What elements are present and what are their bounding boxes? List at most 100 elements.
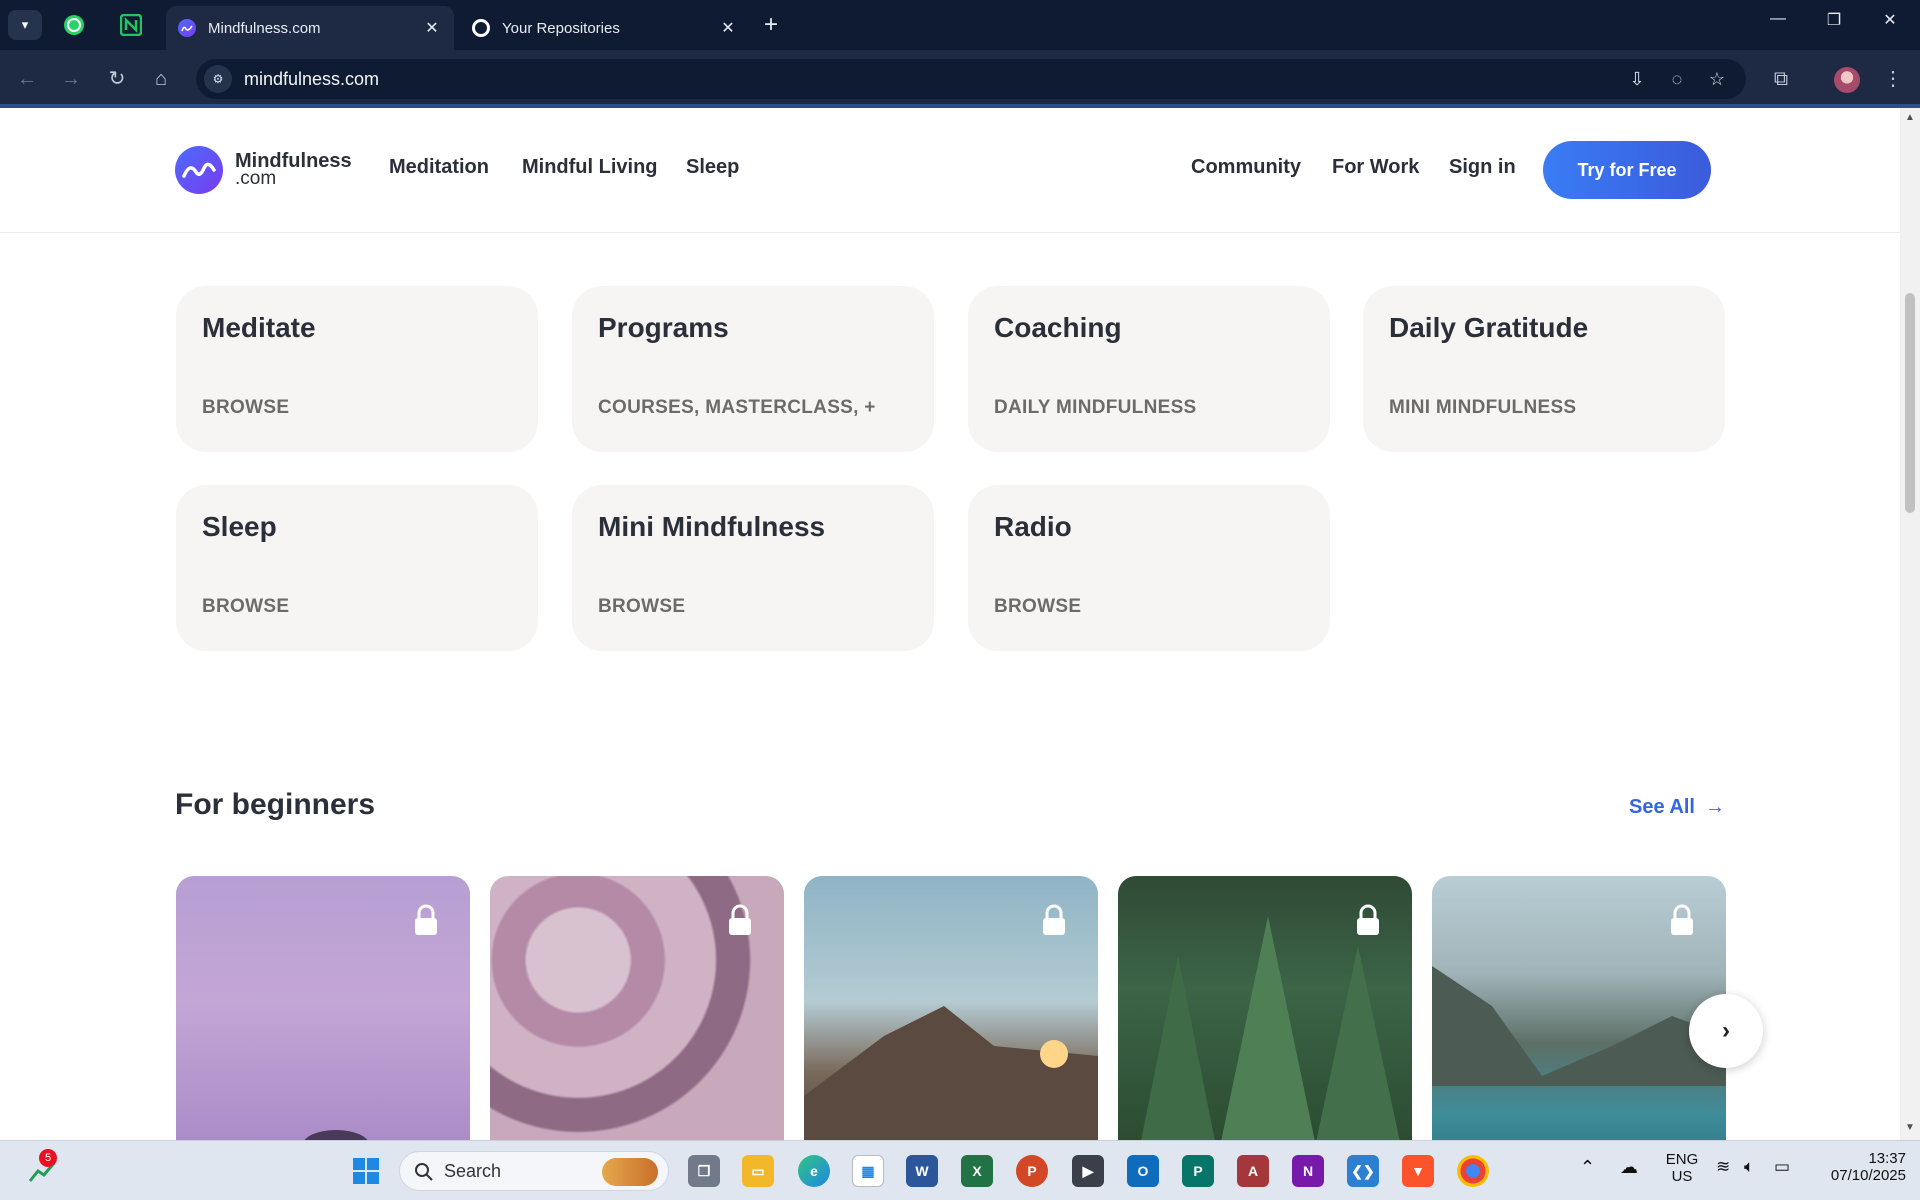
- arrow-right-icon: →: [1704, 796, 1725, 818]
- category-subtitle: BROWSE: [202, 397, 290, 418]
- tab-mindfulness[interactable]: Mindfulness.com ✕: [166, 6, 454, 50]
- scroll-down-arrow-icon[interactable]: ▼: [1904, 1122, 1916, 1134]
- access-icon[interactable]: A: [1237, 1155, 1269, 1187]
- nav-sleep[interactable]: Sleep: [686, 156, 739, 179]
- vscode-icon[interactable]: ❮❯: [1347, 1155, 1379, 1187]
- category-title: Daily Gratitude: [1389, 312, 1589, 343]
- scrollbar-thumb[interactable]: [1905, 293, 1915, 513]
- scroll-up-arrow-icon[interactable]: ▲: [1904, 112, 1916, 124]
- windows-start-icon[interactable]: [350, 1155, 382, 1187]
- back-arrow-icon[interactable]: ←: [12, 64, 42, 94]
- forward-arrow-icon[interactable]: →: [56, 64, 86, 94]
- whatsapp-pinned-tab[interactable]: [61, 12, 87, 38]
- extensions-puzzle-icon[interactable]: ⧉: [1766, 64, 1796, 94]
- close-tab-icon[interactable]: ✕: [718, 18, 738, 38]
- restore-button[interactable]: ❐: [1814, 10, 1854, 30]
- edge-browser-icon[interactable]: e: [798, 1155, 830, 1187]
- mountain-silhouette: [804, 1006, 1098, 1140]
- profile-avatar[interactable]: [1834, 67, 1860, 93]
- session-card-forest[interactable]: [1118, 876, 1412, 1140]
- mindfulness-favicon-icon: [178, 19, 196, 37]
- search-icon: [415, 1163, 433, 1181]
- notion-pinned-tab[interactable]: [118, 12, 144, 38]
- nav-mindful-living[interactable]: Mindful Living: [522, 156, 658, 179]
- category-card-coaching[interactable]: Coaching DAILY MINDFULNESS: [968, 286, 1330, 452]
- language-indicator[interactable]: ENG US: [1662, 1151, 1702, 1185]
- install-app-icon[interactable]: ⇩: [1622, 59, 1652, 99]
- category-subtitle: DAILY MINDFULNESS: [994, 397, 1197, 418]
- eye-off-icon[interactable]: ◌: [1662, 59, 1692, 99]
- category-card-radio[interactable]: Radio BROWSE: [968, 485, 1330, 651]
- outlook-icon[interactable]: O: [1127, 1155, 1159, 1187]
- sign-in-link[interactable]: Sign in: [1449, 156, 1516, 179]
- category-subtitle: MINI MINDFULNESS: [1389, 397, 1577, 418]
- category-card-sleep[interactable]: Sleep BROWSE: [176, 485, 538, 651]
- minimize-button[interactable]: —: [1758, 10, 1798, 28]
- session-card-lake[interactable]: [1432, 876, 1726, 1140]
- windows-taskbar: 5 Search ❐ ▭ e ▦ W X P ▶ O P A N ❮❯ ▼ ⌃ …: [0, 1140, 1920, 1200]
- page-scrollbar[interactable]: ▲ ▼: [1900, 108, 1920, 1140]
- new-tab-button[interactable]: +: [764, 12, 778, 38]
- tab-repositories[interactable]: Your Repositories ✕: [460, 6, 750, 50]
- file-explorer-icon[interactable]: ▭: [742, 1155, 774, 1187]
- lock-icon: [1043, 904, 1065, 935]
- taskbar-search-box[interactable]: Search: [399, 1151, 669, 1191]
- reload-icon[interactable]: ↻: [102, 64, 132, 94]
- home-icon[interactable]: ⌂: [146, 64, 176, 94]
- clock[interactable]: 13:37 07/10/2025: [1806, 1150, 1906, 1184]
- see-all-link[interactable]: See All →: [1629, 796, 1725, 819]
- browser-toolbar: ← → ↻ ⌂ ⚙ mindfulness.com ⇩ ◌ ☆ ⧉ ⋮: [0, 50, 1920, 108]
- onenote-icon[interactable]: N: [1292, 1155, 1324, 1187]
- nav-for-work[interactable]: For Work: [1332, 156, 1419, 179]
- nav-meditation[interactable]: Meditation: [389, 156, 489, 179]
- publisher-icon[interactable]: P: [1182, 1155, 1214, 1187]
- category-card-mini-mindfulness[interactable]: Mini Mindfulness BROWSE: [572, 485, 934, 651]
- carousel-next-button[interactable]: ›: [1689, 994, 1763, 1068]
- bookmark-star-icon[interactable]: ☆: [1702, 59, 1732, 99]
- microsoft-store-icon[interactable]: ▦: [852, 1155, 884, 1187]
- onedrive-cloud-icon[interactable]: ☁: [1620, 1157, 1638, 1178]
- mindfulness-logo-icon: [175, 146, 223, 194]
- category-title: Programs: [598, 312, 729, 343]
- word-icon[interactable]: W: [906, 1155, 938, 1187]
- category-title: Meditate: [202, 312, 316, 343]
- language-code: ENG: [1665, 1151, 1699, 1168]
- session-card-mountain-sunset[interactable]: [804, 876, 1098, 1140]
- close-tab-icon[interactable]: ✕: [422, 18, 442, 38]
- tab-search-button[interactable]: ▾: [8, 10, 42, 40]
- powerpoint-icon[interactable]: P: [1016, 1155, 1048, 1187]
- volume-icon[interactable]: 🔈︎: [1744, 1157, 1754, 1177]
- category-title: Sleep: [202, 511, 277, 542]
- lock-icon: [729, 904, 751, 935]
- address-bar[interactable]: ⚙ mindfulness.com ⇩ ◌ ☆: [196, 59, 1746, 99]
- chrome-icon[interactable]: [1457, 1155, 1489, 1187]
- session-card-purple-sky[interactable]: [176, 876, 470, 1140]
- brave-browser-icon[interactable]: ▼: [1402, 1155, 1434, 1187]
- site-logo[interactable]: Mindfulness .com: [175, 146, 352, 194]
- clock-time: 13:37: [1868, 1150, 1906, 1167]
- whatsapp-icon: [64, 15, 84, 35]
- lock-icon: [1671, 904, 1693, 935]
- task-view-icon[interactable]: ❐: [688, 1155, 720, 1187]
- session-card-flowers[interactable]: [490, 876, 784, 1140]
- category-subtitle: BROWSE: [994, 596, 1082, 617]
- media-player-icon[interactable]: ▶: [1072, 1155, 1104, 1187]
- battery-icon[interactable]: ▭: [1774, 1157, 1790, 1177]
- nav-community[interactable]: Community: [1191, 156, 1301, 179]
- clock-date: 07/10/2025: [1830, 1167, 1906, 1184]
- github-icon: [472, 19, 490, 37]
- app-n-icon: [120, 14, 142, 36]
- site-info-icon[interactable]: ⚙: [204, 65, 232, 93]
- category-card-meditate[interactable]: Meditate BROWSE: [176, 286, 538, 452]
- tree-silhouette: [304, 1130, 368, 1140]
- category-card-daily-gratitude[interactable]: Daily Gratitude MINI MINDFULNESS: [1363, 286, 1725, 452]
- category-card-programs[interactable]: Programs COURSES, MASTERCLASS, +: [572, 286, 934, 452]
- menu-kebab-icon[interactable]: ⋮: [1878, 64, 1908, 94]
- wifi-icon[interactable]: ≋: [1716, 1157, 1730, 1177]
- show-hidden-icons-chevron-icon[interactable]: ⌃: [1580, 1157, 1595, 1178]
- category-title: Radio: [994, 511, 1072, 542]
- try-for-free-button[interactable]: Try for Free: [1543, 141, 1711, 199]
- close-window-button[interactable]: ✕: [1870, 10, 1910, 30]
- logo-wordmark: Mindfulness .com: [235, 151, 352, 188]
- excel-icon[interactable]: X: [961, 1155, 993, 1187]
